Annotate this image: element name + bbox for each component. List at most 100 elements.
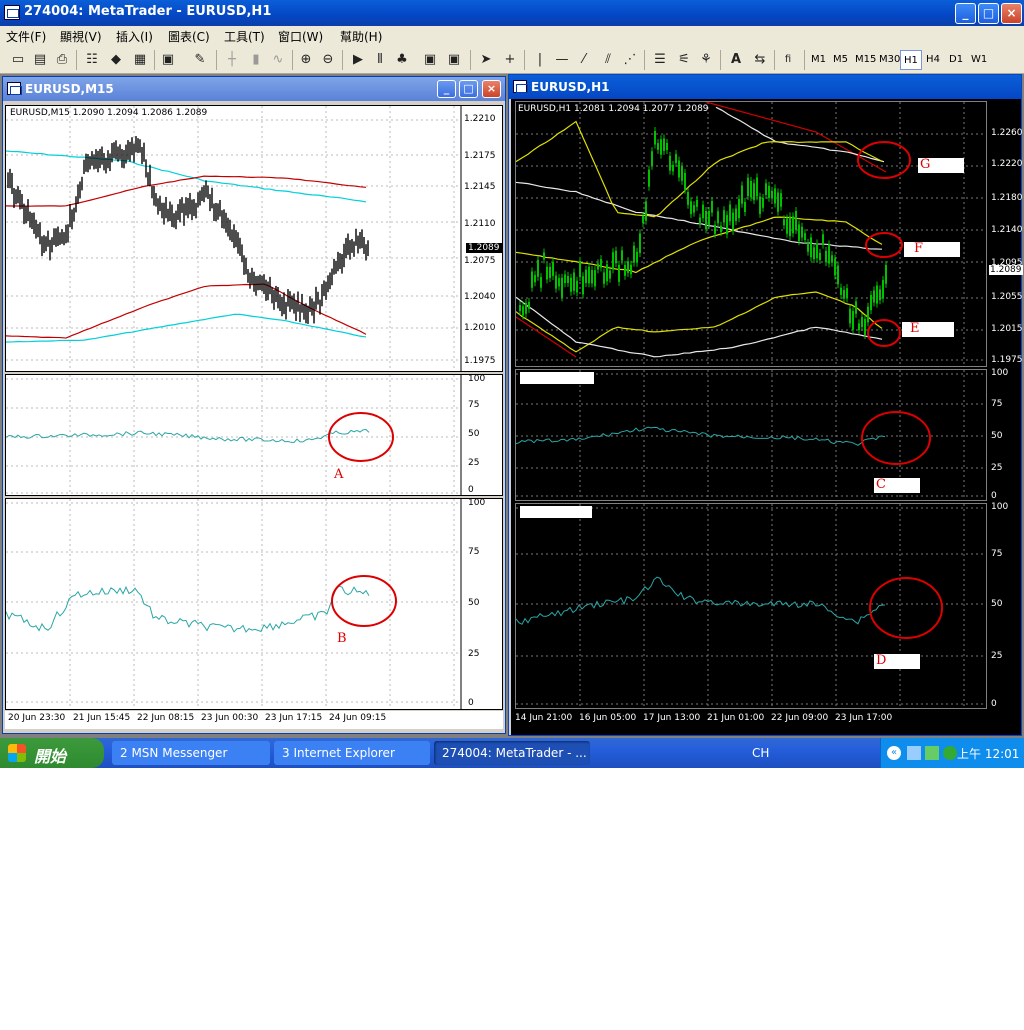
menu-insert[interactable]: 插入(I) — [116, 28, 153, 45]
child-minimize-button[interactable]: _ — [437, 80, 456, 98]
time-tick: 17 Jun 13:00 — [643, 713, 701, 723]
metatrader-app-icon — [4, 5, 20, 20]
trendline-icon[interactable]: ⁄ — [574, 50, 594, 70]
price-tick: 1.2040 — [464, 292, 496, 302]
print-icon[interactable]: ⎙ — [52, 50, 72, 70]
gann-icon[interactable]: ⋰ — [620, 50, 640, 70]
msn-tray-icon[interactable] — [925, 746, 939, 760]
price-pane-left[interactable]: EURUSD,M15 1.2090 1.2094 1.2086 1.2089 1… — [5, 105, 503, 372]
arrow-icon[interactable]: ⇆ — [750, 50, 770, 70]
chart-window-title: EURUSD,H1 — [531, 80, 610, 94]
channel-icon[interactable]: ⫽ — [598, 50, 618, 70]
menu-charts[interactable]: 圖表(C) — [168, 28, 210, 45]
minimize-button[interactable]: _ — [955, 3, 976, 24]
oscillator-pane-right-2[interactable]: D — [515, 503, 987, 709]
timeframe-d1[interactable]: D1 — [946, 50, 966, 70]
taskbar-metatrader[interactable]: 274004: MetaTrader - ... — [434, 741, 590, 765]
price-tick: 1.1975 — [464, 356, 496, 366]
chart-window-eurusd-m15[interactable]: EURUSD,M15 _ □ × EURUSD,M15 1.2090 1.209… — [2, 76, 506, 734]
open-icon[interactable]: ▤ — [30, 50, 50, 70]
timeframe-m5[interactable]: M5 — [830, 50, 851, 70]
language-indicator[interactable]: CH — [752, 746, 769, 760]
tester-icon[interactable]: ▣ — [158, 50, 178, 70]
price-tick: 1.2210 — [464, 114, 496, 124]
market-watch-icon[interactable]: ☷ — [82, 50, 102, 70]
zoom-in-icon[interactable]: ⊕ — [296, 50, 316, 70]
price-pane-right[interactable]: EURUSD,H1 1.2081 1.2094 1.2077 1.2089 G … — [515, 101, 987, 367]
security-icon[interactable] — [943, 746, 957, 760]
chart-window-eurusd-h1[interactable]: EURUSD,H1 EURUSD,H1 1.2081 1.2094 1.2077… — [508, 74, 1023, 736]
menu-view[interactable]: 顯視(V) — [60, 28, 102, 45]
timeframe-w1[interactable]: W1 — [968, 50, 990, 70]
new-chart-icon[interactable]: ▭ — [8, 50, 28, 70]
templates-icon[interactable]: ▣ — [444, 50, 464, 70]
bollinger-lower-line — [516, 291, 883, 353]
osc-tick: 25 — [991, 463, 1003, 473]
fibo-tools-icon[interactable]: fi — [778, 50, 798, 70]
text-icon[interactable]: A — [726, 50, 746, 70]
toolbar-separator — [524, 50, 525, 70]
autoscroll-icon[interactable]: ▶ — [348, 50, 368, 70]
time-tick: 23 Jun 17:15 — [265, 713, 323, 723]
hline-icon[interactable]: — — [552, 50, 572, 70]
menu-help[interactable]: 幫助(H) — [340, 28, 382, 45]
time-tick: 16 Jun 05:00 — [579, 713, 637, 723]
expert-icon[interactable]: ✎ — [190, 50, 210, 70]
candle-icon[interactable]: ▮ — [246, 50, 266, 70]
child-maximize-button[interactable]: □ — [459, 80, 478, 98]
chart-icon — [7, 82, 22, 95]
line-chart-icon[interactable]: ∿ — [268, 50, 288, 70]
tray-expand-icon[interactable]: « — [887, 746, 901, 760]
indicator-label-box — [520, 372, 594, 384]
osc-tick: 50 — [991, 431, 1003, 441]
shift-icon[interactable]: ⫴ — [370, 50, 390, 70]
network-icon[interactable] — [907, 746, 921, 760]
oscillator-pane-left-1[interactable]: 100 75 50 25 0 A — [5, 374, 503, 496]
chart-window-title-bar[interactable]: EURUSD,H1 — [509, 75, 1021, 99]
fibo-fan-icon[interactable]: ⚟ — [674, 50, 694, 70]
timeframe-m1[interactable]: M1 — [808, 50, 829, 70]
osc-tick: 50 — [468, 429, 480, 439]
menu-window[interactable]: 窗口(W) — [278, 28, 323, 45]
vline-icon[interactable]: | — [530, 50, 550, 70]
moving-average-white-lower — [516, 296, 883, 358]
terminal-icon[interactable]: ▦ — [130, 50, 150, 70]
chart-window-title-bar[interactable]: EURUSD,M15 _ □ × — [3, 77, 505, 101]
toolbar-separator — [216, 50, 217, 70]
title-bar: 274004: MetaTrader - EURUSD,H1 _ □ × — [0, 0, 1024, 26]
marker-d: D — [876, 653, 887, 668]
taskbar-ie[interactable]: 3 Internet Explorer — [274, 741, 430, 765]
fibo-arc-icon[interactable]: ⚘ — [696, 50, 716, 70]
bar-chart-icon[interactable]: ┼ — [222, 50, 242, 70]
crosshair-icon[interactable]: + — [500, 50, 520, 70]
fibo-icon[interactable]: ☰ — [650, 50, 670, 70]
periods-icon[interactable]: ▣ — [420, 50, 440, 70]
marker-g: G — [920, 157, 931, 172]
child-close-button[interactable]: × — [482, 80, 501, 98]
osc-tick: 0 — [468, 698, 474, 708]
price-chart-left — [6, 106, 462, 371]
price-tick: 1.2175 — [464, 151, 496, 161]
cursor-icon[interactable]: ➤ — [476, 50, 496, 70]
oscillator-pane-right-1[interactable]: C — [515, 369, 987, 501]
menu-bar: 文件(F) 顯視(V) 插入(I) 圖表(C) 工具(T) 窗口(W) 幫助(H… — [0, 26, 1024, 46]
price-tick: 1.2110 — [464, 219, 496, 229]
osc-tick: 50 — [468, 598, 480, 608]
osc-tick: 0 — [468, 485, 474, 495]
navigator-icon[interactable]: ◆ — [106, 50, 126, 70]
oscillator-pane-left-2[interactable]: 100 75 50 25 0 B — [5, 498, 503, 710]
menu-tools[interactable]: 工具(T) — [224, 28, 265, 45]
start-button[interactable]: 開始 — [0, 738, 104, 768]
zoom-out-icon[interactable]: ⊖ — [318, 50, 338, 70]
close-button[interactable]: × — [1001, 3, 1022, 24]
taskbar-msn[interactable]: 2 MSN Messenger — [112, 741, 270, 765]
marker-e: E — [910, 321, 920, 336]
timeframe-h4[interactable]: H4 — [923, 50, 943, 70]
timeframe-h1[interactable]: H1 — [900, 50, 922, 70]
clock: 上午 12:01 — [957, 747, 1020, 761]
indicators-icon[interactable]: ♣ — [392, 50, 412, 70]
menu-file[interactable]: 文件(F) — [6, 28, 46, 45]
osc-tick: 100 — [468, 374, 486, 384]
toolbar-separator — [76, 50, 77, 70]
maximize-button[interactable]: □ — [978, 3, 999, 24]
